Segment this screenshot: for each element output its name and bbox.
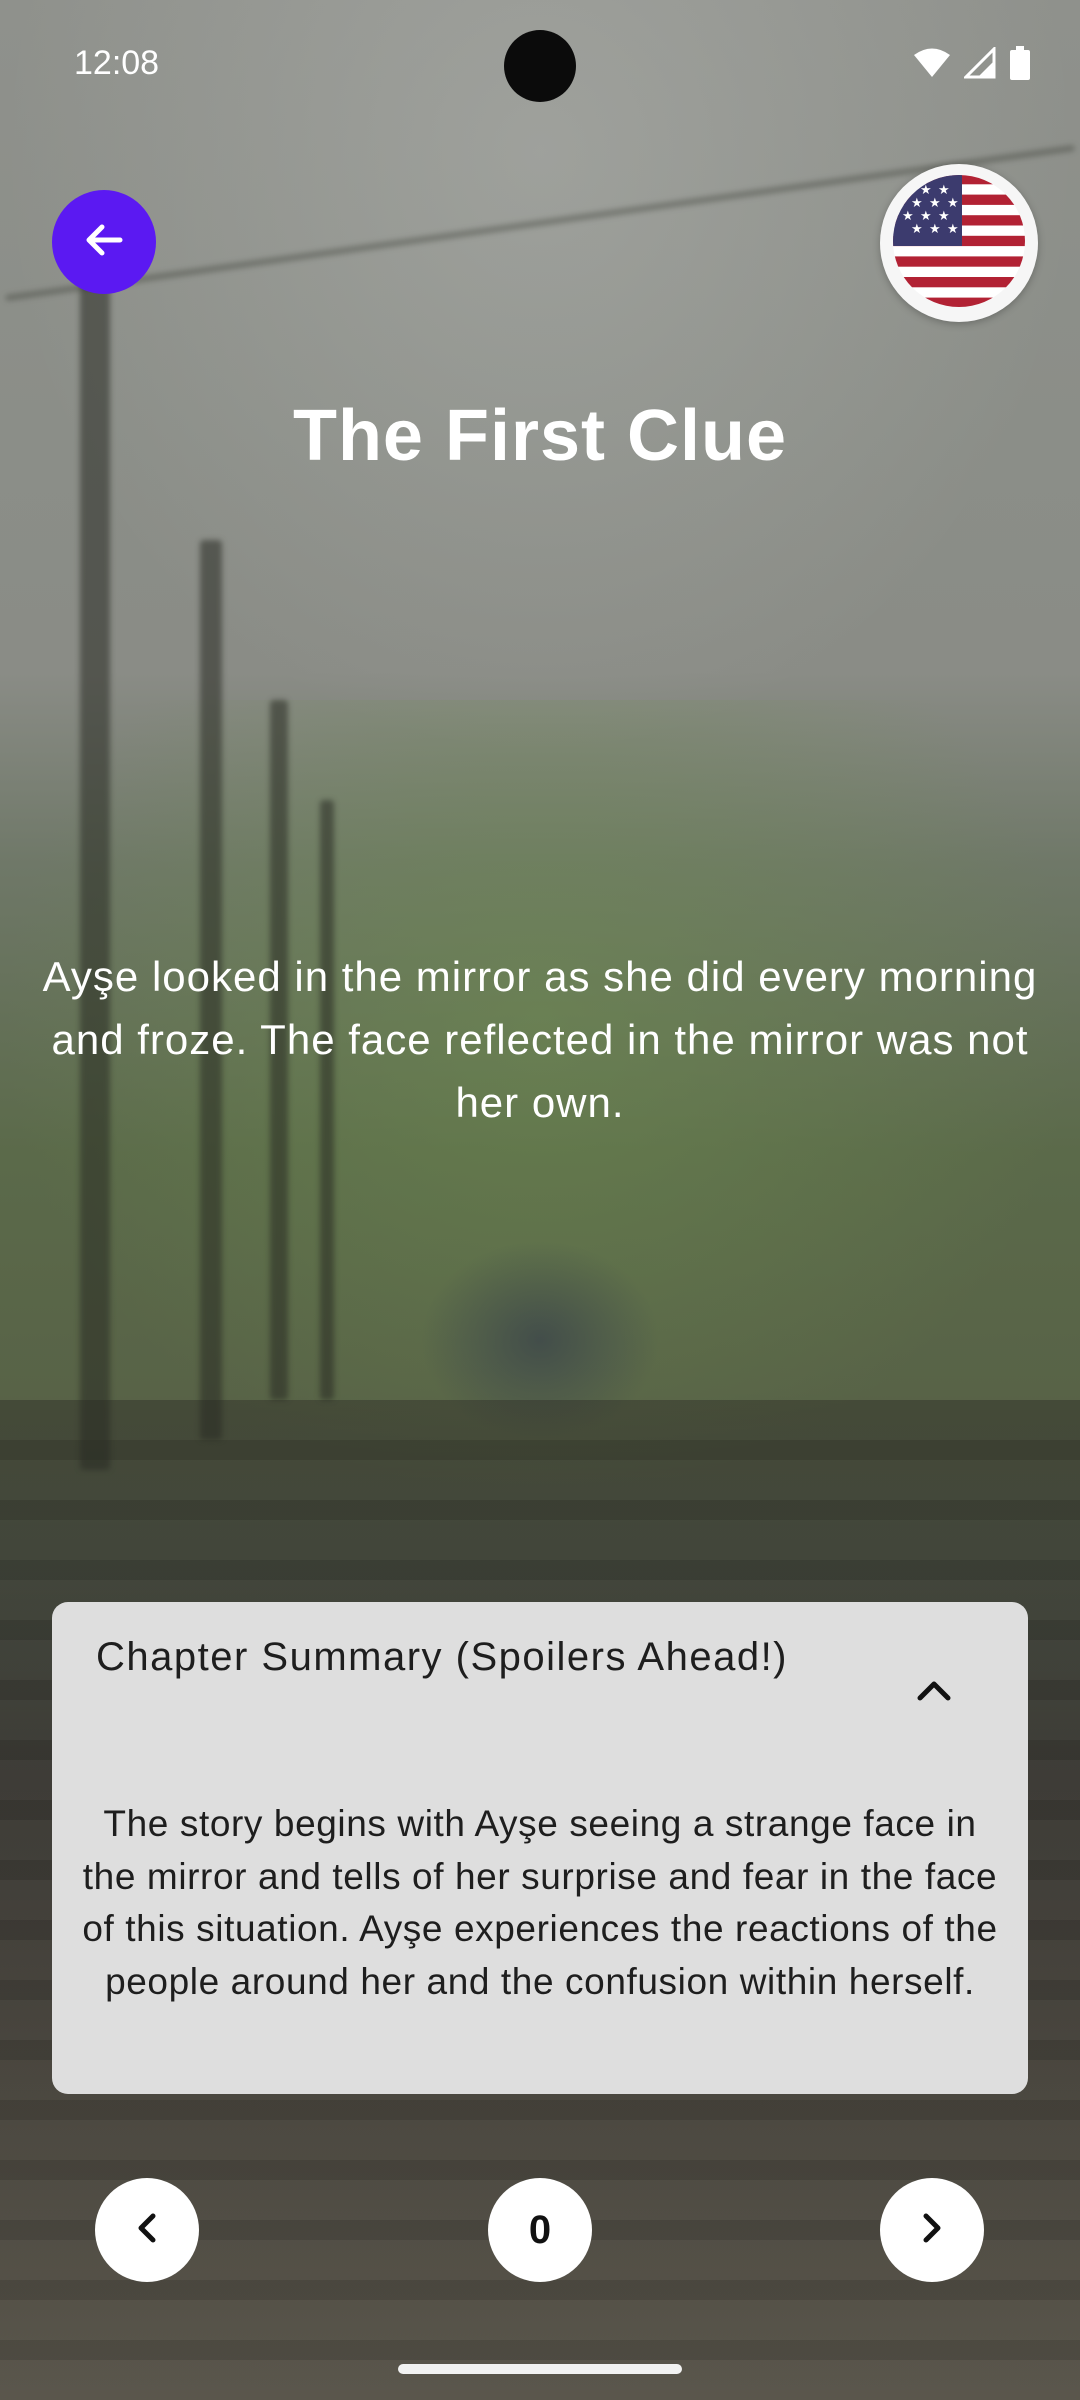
- collapse-summary-button[interactable]: [904, 1662, 964, 1722]
- page-counter-value: 0: [528, 2207, 552, 2252]
- back-button[interactable]: [52, 190, 156, 294]
- wifi-icon: [914, 48, 950, 78]
- summary-header[interactable]: Chapter Summary (Spoilers Ahead!): [96, 1626, 836, 1688]
- chapter-text: Ayşe looked in the mirror as she did eve…: [42, 953, 1038, 1126]
- chevron-left-icon: [132, 2208, 162, 2253]
- svg-text:★: ★: [929, 222, 941, 237]
- page-counter[interactable]: 0: [488, 2178, 592, 2282]
- status-bar: 12:08: [0, 0, 1080, 130]
- next-button[interactable]: [880, 2178, 984, 2282]
- chapter-summary-card: Chapter Summary (Spoilers Ahead!) The st…: [52, 1602, 1028, 2094]
- chevron-up-icon: [914, 1677, 954, 1708]
- status-time: 12:08: [74, 44, 160, 82]
- home-indicator[interactable]: [398, 2364, 682, 2374]
- svg-text:★: ★: [947, 222, 959, 237]
- signal-icon: [964, 47, 996, 79]
- arrow-left-icon: [80, 216, 128, 269]
- chapter-title: The First Clue: [292, 396, 788, 476]
- us-flag-icon: ★ ★ ★ ★ ★ ★ ★ ★ ★ ★ ★ ★: [892, 174, 1026, 313]
- summary-text: The story begins with Ayşe seeing a stra…: [82, 1803, 998, 2002]
- svg-text:★: ★: [911, 222, 923, 237]
- language-button[interactable]: ★ ★ ★ ★ ★ ★ ★ ★ ★ ★ ★ ★: [880, 164, 1038, 322]
- chevron-right-icon: [917, 2208, 947, 2253]
- front-camera: [504, 30, 576, 102]
- previous-button[interactable]: [95, 2178, 199, 2282]
- battery-icon: [1010, 46, 1030, 80]
